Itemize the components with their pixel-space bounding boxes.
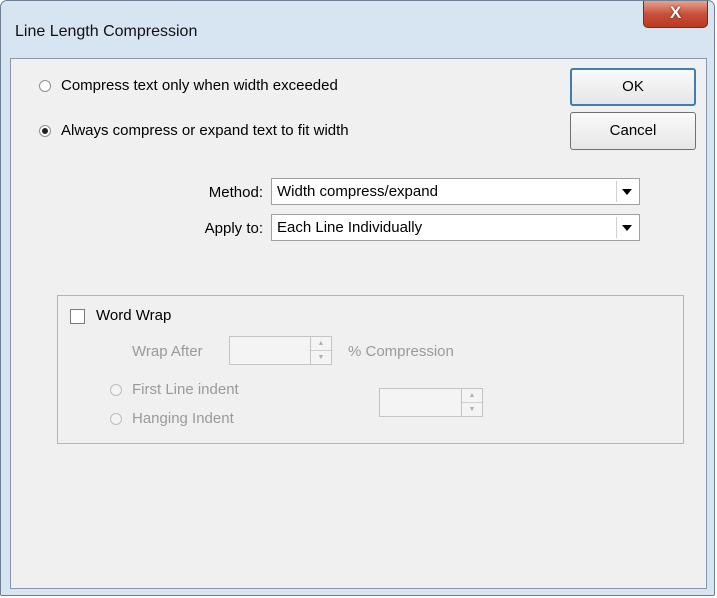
apply-to-select[interactable]: Each Line Individually (271, 214, 640, 241)
radio-label: Compress text only when width exceeded (61, 77, 338, 94)
dialog-client-area: Compress text only when width exceeded A… (10, 58, 707, 589)
method-select[interactable]: Width compress/expand (271, 178, 640, 205)
wrap-after-label: Wrap After (132, 343, 203, 360)
radio-button[interactable] (110, 412, 122, 425)
compression-label: % Compression (348, 343, 454, 360)
dialog-title: Line Length Compression (15, 23, 198, 40)
close-icon: X (669, 3, 682, 22)
word-wrap-label: Word Wrap (96, 307, 172, 324)
radio-button[interactable] (110, 383, 122, 396)
radio-label: Always compress or expand text to fit wi… (61, 122, 349, 139)
word-wrap-group: Word Wrap Wrap After ▲ ▼ % Compression F… (57, 295, 684, 444)
radio-compress-when-exceeded[interactable]: Compress text only when width exceeded (39, 77, 338, 94)
radio-label: First Line indent (132, 381, 239, 398)
chevron-down-icon[interactable] (616, 217, 637, 238)
title-bar[interactable]: Line Length Compression X (1, 1, 714, 41)
spin-up-icon[interactable]: ▲ (462, 389, 482, 403)
dialog-window: Line Length Compression X Compress text … (0, 0, 715, 596)
radio-label: Hanging Indent (132, 410, 234, 427)
cancel-button[interactable]: Cancel (570, 112, 696, 150)
spin-down-icon[interactable]: ▼ (311, 351, 331, 364)
spin-up-icon[interactable]: ▲ (311, 337, 331, 351)
indent-spinner[interactable]: ▲ ▼ (379, 388, 483, 417)
radio-selected-dot (42, 127, 48, 134)
method-label: Method: (208, 184, 263, 201)
chevron-down-icon[interactable] (616, 181, 637, 202)
wrap-after-spinner[interactable]: ▲ ▼ (229, 336, 332, 365)
word-wrap-checkbox[interactable] (70, 309, 85, 324)
apply-to-value: Each Line Individually (277, 219, 423, 236)
method-value: Width compress/expand (277, 183, 438, 200)
radio-hanging-indent[interactable]: Hanging Indent (110, 410, 234, 427)
radio-always-compress[interactable]: Always compress or expand text to fit wi… (39, 122, 349, 139)
close-button[interactable]: X (643, 1, 708, 28)
ok-button[interactable]: OK (570, 68, 696, 106)
spin-down-icon[interactable]: ▼ (462, 403, 482, 416)
radio-button[interactable] (39, 79, 51, 92)
radio-button[interactable] (39, 124, 51, 137)
radio-first-line-indent[interactable]: First Line indent (110, 381, 239, 398)
apply-to-label: Apply to: (204, 220, 263, 237)
